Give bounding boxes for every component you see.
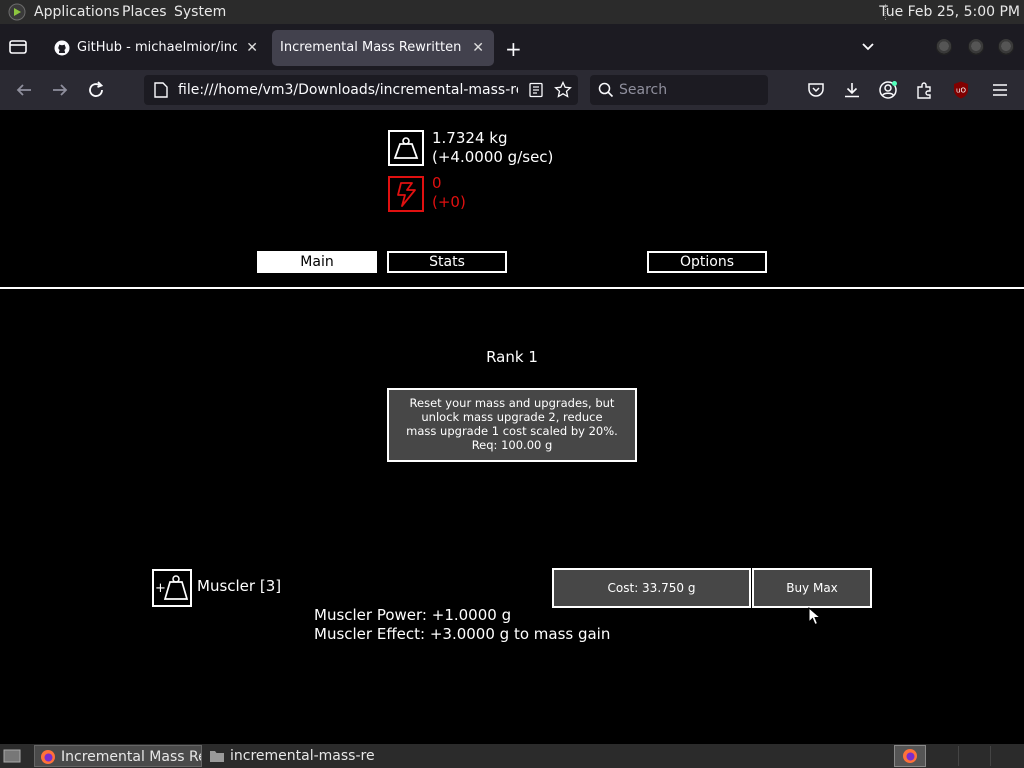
rank-desc-line: mass upgrade 1 cost scaled by 20%. (406, 424, 618, 438)
page-icon[interactable] (154, 82, 168, 98)
muscler-buy-button[interactable]: Cost: 33.750 g (552, 568, 751, 608)
muscler-effect: Muscler Effect: +3.0000 g to mass gain (314, 625, 611, 643)
tab-stats[interactable]: Stats (387, 251, 507, 273)
account-icon[interactable] (878, 80, 898, 100)
workspace-separator (958, 746, 959, 766)
tab-options[interactable]: Options (647, 251, 767, 273)
mass-rate: (+4.0000 g/sec) (432, 148, 554, 166)
mouse-cursor-icon (808, 607, 822, 626)
workspace-separator (990, 746, 991, 766)
url-bar[interactable]: file:///home/vm3/Downloads/incremental-m… (144, 75, 578, 105)
muscler-name: Muscler [3] (197, 577, 282, 595)
tab-title: GitHub - michaelmior/incremental-mass-re… (77, 40, 237, 55)
rank-up-button[interactable]: Reset your mass and upgrades, but unlock… (387, 388, 637, 462)
mass-amount: 1.7324 kg (+4.0000 g/sec) (432, 129, 553, 167)
tab-title: Incremental Mass Rewritten (280, 40, 462, 55)
maximize-button[interactable] (968, 39, 984, 55)
top-panel: Applications Places System Tue Feb 25, 5… (0, 0, 1024, 24)
muscler-icon: + (152, 569, 192, 607)
taskbar: Incremental Mass Rewritten — Mozilla Fir… (0, 744, 1024, 768)
muscler-buy-max-button[interactable]: Buy Max (752, 568, 872, 608)
taskbar-item-label: incremental-mass-rewritten (230, 748, 374, 764)
rage-value: 0 (432, 174, 442, 192)
firefox-icon (41, 750, 55, 764)
forward-icon[interactable] (48, 78, 72, 102)
firefox-icon (903, 749, 917, 763)
places-menu[interactable]: Places (122, 4, 167, 20)
reader-view-icon[interactable] (528, 82, 544, 98)
rank-desc-line: unlock mass upgrade 2, reduce (421, 410, 603, 424)
workspace-switcher[interactable] (894, 745, 926, 767)
ublock-icon[interactable]: uO (951, 80, 971, 100)
search-icon (598, 82, 614, 98)
svg-text:+: + (155, 581, 166, 596)
rank-requirement: Req: 100.00 g (471, 438, 553, 452)
svg-text:uO: uO (956, 87, 966, 95)
system-menu[interactable]: System (174, 4, 226, 20)
mass-value: 1.7324 kg (432, 129, 508, 147)
extensions-icon[interactable] (914, 80, 934, 100)
search-bar[interactable]: Search (590, 75, 768, 105)
bookmark-star-icon[interactable] (554, 81, 572, 99)
search-input[interactable]: Search (619, 82, 667, 98)
applications-menu[interactable]: Applications (34, 4, 120, 20)
tab-bar: GitHub - michaelmior/incremental-mass-re… (0, 24, 1024, 70)
url-input[interactable]: file:///home/vm3/Downloads/incremental-m… (178, 82, 518, 98)
close-tab-icon[interactable]: ✕ (246, 30, 258, 66)
game-page: 1.7324 kg (+4.0000 g/sec) 0 (+0) Main St… (0, 110, 1024, 744)
github-icon (54, 40, 70, 56)
reload-icon[interactable] (84, 78, 108, 102)
show-desktop-icon[interactable] (3, 747, 21, 765)
clock[interactable]: Tue Feb 25, 5:00 PM (879, 4, 1020, 20)
rage-power-icon (388, 176, 424, 212)
tab-divider (0, 287, 1024, 289)
firefox-view-icon[interactable] (8, 39, 28, 55)
taskbar-firefox-window[interactable]: Incremental Mass Rewritten — Mozilla Fir… (34, 745, 202, 767)
rank-desc-line: Reset your mass and upgrades, but (409, 396, 615, 410)
new-tab-button[interactable]: + (505, 37, 522, 61)
taskbar-item-label: Incremental Mass Rewritten — Mozilla Fir… (61, 749, 201, 765)
folder-icon (210, 751, 224, 762)
menu-icon[interactable] (990, 80, 1010, 100)
nav-bar: file:///home/vm3/Downloads/incremental-m… (0, 70, 1024, 110)
minimize-button[interactable] (936, 39, 952, 55)
mass-weight-icon (388, 130, 424, 166)
taskbar-files-window[interactable]: incremental-mass-rewritten (204, 745, 374, 767)
tab-incremental-mass[interactable]: Incremental Mass Rewritten ✕ (272, 30, 494, 66)
pocket-icon[interactable] (806, 80, 826, 100)
rage-amount: 0 (+0) (432, 174, 466, 212)
tab-github[interactable]: GitHub - michaelmior/incremental-mass-re… (42, 30, 268, 66)
back-icon[interactable] (12, 78, 36, 102)
rage-rate: (+0) (432, 193, 466, 211)
muscler-power: Muscler Power: +1.0000 g (314, 606, 512, 624)
tab-main[interactable]: Main (257, 251, 377, 273)
close-window-button[interactable] (998, 39, 1014, 55)
rank-title: Rank 1 (486, 348, 538, 366)
close-tab-icon[interactable]: ✕ (472, 30, 484, 66)
chevron-down-icon[interactable] (860, 39, 876, 55)
download-icon[interactable] (842, 80, 862, 100)
menu-logo-icon[interactable] (8, 3, 26, 21)
